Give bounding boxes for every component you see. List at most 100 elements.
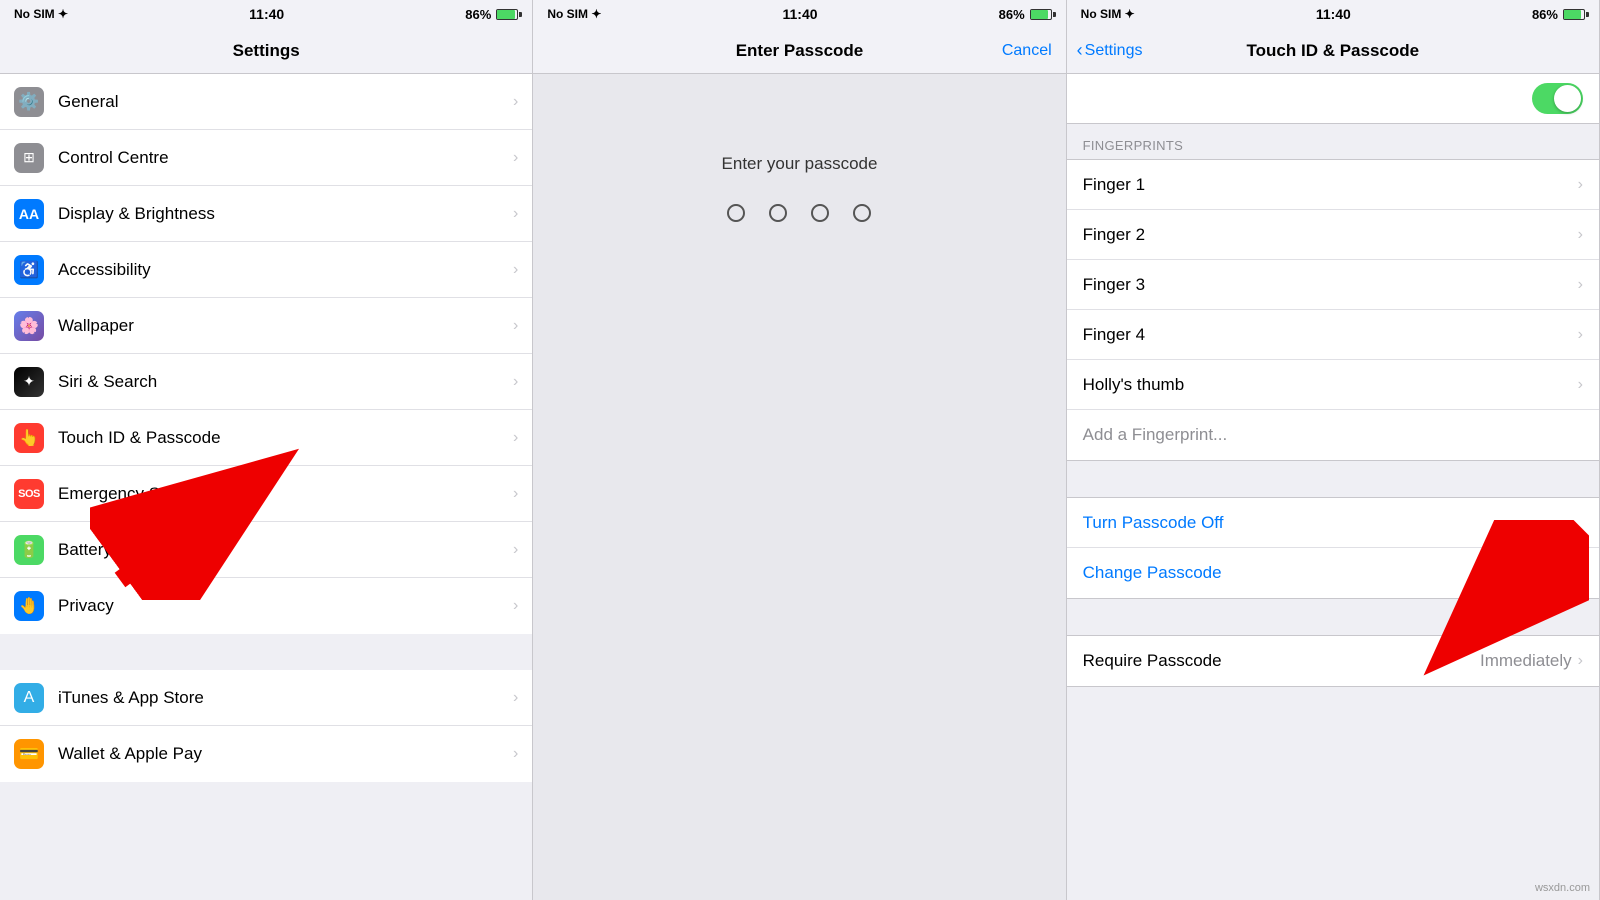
control-icon: ⊞ — [14, 143, 44, 173]
wallet-icon: 💳 — [14, 739, 44, 769]
wallpaper-label: Wallpaper — [58, 316, 513, 336]
settings-row-battery[interactable]: 🔋 Battery › — [0, 522, 532, 578]
require-passcode-value: Immediately — [1480, 651, 1572, 671]
battery-percent-2: 86% — [999, 7, 1025, 22]
settings-row-emergency[interactable]: SOS Emergency SOS › — [0, 466, 532, 522]
emergency-label: Emergency SOS — [58, 484, 513, 504]
settings-row-accessibility[interactable]: ♿ Accessibility › — [0, 242, 532, 298]
passcode-dot-2 — [769, 204, 787, 222]
wallpaper-chevron: › — [513, 317, 518, 335]
wallet-label: Wallet & Apple Pay — [58, 744, 513, 764]
battery-icon-2 — [1030, 9, 1052, 20]
finger-2-chevron: › — [1578, 226, 1583, 244]
turn-passcode-off-label: Turn Passcode Off — [1083, 513, 1583, 533]
nav-bar-settings: Settings — [0, 28, 532, 74]
control-label: Control Centre — [58, 148, 513, 168]
require-passcode-section: Require Passcode Immediately › — [1067, 635, 1599, 687]
passcode-panel-container: No SIM ✦ 11:40 86% Enter Passcode Cancel… — [533, 0, 1066, 900]
settings-row-control[interactable]: ⊞ Control Centre › — [0, 130, 532, 186]
status-right-2: 86% — [999, 7, 1052, 22]
require-passcode-label: Require Passcode — [1083, 651, 1480, 671]
finger-3-chevron: › — [1578, 276, 1583, 294]
finger-4-chevron: › — [1578, 326, 1583, 344]
passcode-dots — [727, 204, 871, 222]
hollys-thumb-label: Holly's thumb — [1083, 375, 1578, 395]
display-label: Display & Brightness — [58, 204, 513, 224]
touchid-label: Touch ID & Passcode — [58, 428, 513, 448]
turn-passcode-off-row[interactable]: Turn Passcode Off — [1067, 498, 1599, 548]
require-passcode-row[interactable]: Require Passcode Immediately › — [1067, 636, 1599, 686]
battery-icon-1 — [496, 9, 518, 20]
passcode-actions-section: Turn Passcode Off Change Passcode — [1067, 497, 1599, 599]
settings-row-siri[interactable]: ✦ Siri & Search › — [0, 354, 532, 410]
back-button[interactable]: ‹ Settings — [1077, 40, 1143, 61]
itunes-label: iTunes & App Store — [58, 688, 513, 708]
battery-percent-1: 86% — [465, 7, 491, 22]
status-bar-2: No SIM ✦ 11:40 86% — [533, 0, 1065, 28]
settings-row-general[interactable]: ⚙️ General › — [0, 74, 532, 130]
passcode-entry: Enter your passcode — [533, 74, 1065, 900]
back-label[interactable]: Settings — [1085, 42, 1143, 60]
require-passcode-chevron: › — [1578, 652, 1583, 670]
no-sim-label-3: No SIM ✦ — [1081, 7, 1135, 21]
iphone-unlock-toggle[interactable] — [1532, 83, 1583, 114]
time-3: 11:40 — [1316, 6, 1351, 22]
settings-section-1: ⚙️ General › ⊞ Control Centre › AA Displ… — [0, 74, 532, 634]
itunes-chevron: › — [513, 689, 518, 707]
status-left-2: No SIM ✦ — [547, 7, 601, 21]
status-right-3: 86% — [1532, 7, 1585, 22]
add-fingerprint-label: Add a Fingerprint... — [1083, 425, 1583, 445]
battery-label: Battery — [58, 540, 513, 560]
siri-chevron: › — [513, 373, 518, 391]
change-passcode-label: Change Passcode — [1083, 563, 1583, 583]
status-bar-3: No SIM ✦ 11:40 86% — [1067, 0, 1599, 28]
spacer-2 — [1067, 599, 1599, 635]
itunes-icon: A — [14, 683, 44, 713]
finger-4-label: Finger 4 — [1083, 325, 1578, 345]
cancel-button[interactable]: Cancel — [1002, 42, 1052, 60]
battery-icon-3 — [1563, 9, 1585, 20]
spacer-1 — [1067, 461, 1599, 497]
touchid-detail-panel: No SIM ✦ 11:40 86% ‹ Settings Touch ID &… — [1067, 0, 1600, 900]
touchid-content: FINGERPRINTS Finger 1 › Finger 2 › Finge… — [1067, 124, 1599, 900]
nav-title-passcode: Enter Passcode — [736, 41, 864, 61]
nav-bar-touchid: ‹ Settings Touch ID & Passcode — [1067, 28, 1599, 74]
privacy-label: Privacy — [58, 596, 513, 616]
finger-1-row[interactable]: Finger 1 › — [1067, 160, 1599, 210]
time-2: 11:40 — [782, 6, 817, 22]
nav-title-touchid: Touch ID & Passcode — [1247, 41, 1420, 61]
settings-row-touchid[interactable]: 👆 Touch ID & Passcode › — [0, 410, 532, 466]
wallpaper-icon: 🌸 — [14, 311, 44, 341]
change-passcode-row[interactable]: Change Passcode — [1067, 548, 1599, 598]
time-1: 11:40 — [249, 6, 284, 22]
finger-4-row[interactable]: Finger 4 › — [1067, 310, 1599, 360]
settings-panel: No SIM ✦ 11:40 86% Settings ⚙️ General ›… — [0, 0, 533, 900]
settings-row-itunes[interactable]: A iTunes & App Store › — [0, 670, 532, 726]
settings-row-display[interactable]: AA Display & Brightness › — [0, 186, 532, 242]
emergency-chevron: › — [513, 485, 518, 503]
settings-row-wallet[interactable]: 💳 Wallet & Apple Pay › — [0, 726, 532, 782]
siri-icon: ✦ — [14, 367, 44, 397]
general-chevron: › — [513, 93, 518, 111]
wallet-chevron: › — [513, 745, 518, 763]
no-sim-label-1: No SIM ✦ — [14, 7, 68, 21]
finger-1-chevron: › — [1578, 176, 1583, 194]
finger-2-label: Finger 2 — [1083, 225, 1578, 245]
finger-3-row[interactable]: Finger 3 › — [1067, 260, 1599, 310]
touchid-chevron: › — [513, 429, 518, 447]
siri-label: Siri & Search — [58, 372, 513, 392]
passcode-dot-4 — [853, 204, 871, 222]
add-fingerprint-row[interactable]: Add a Fingerprint... — [1067, 410, 1599, 460]
settings-row-privacy[interactable]: 🤚 Privacy › — [0, 578, 532, 634]
finger-2-row[interactable]: Finger 2 › — [1067, 210, 1599, 260]
hollys-thumb-row[interactable]: Holly's thumb › — [1067, 360, 1599, 410]
general-icon: ⚙️ — [14, 87, 44, 117]
battery-setting-icon: 🔋 — [14, 535, 44, 565]
settings-row-wallpaper[interactable]: 🌸 Wallpaper › — [0, 298, 532, 354]
general-label: General — [58, 92, 513, 112]
iphone-unlock-toggle-row — [1067, 74, 1599, 124]
display-icon: AA — [14, 199, 44, 229]
fingerprints-section: Finger 1 › Finger 2 › Finger 3 › Finger … — [1067, 159, 1599, 461]
hollys-thumb-chevron: › — [1578, 376, 1583, 394]
privacy-chevron: › — [513, 597, 518, 615]
